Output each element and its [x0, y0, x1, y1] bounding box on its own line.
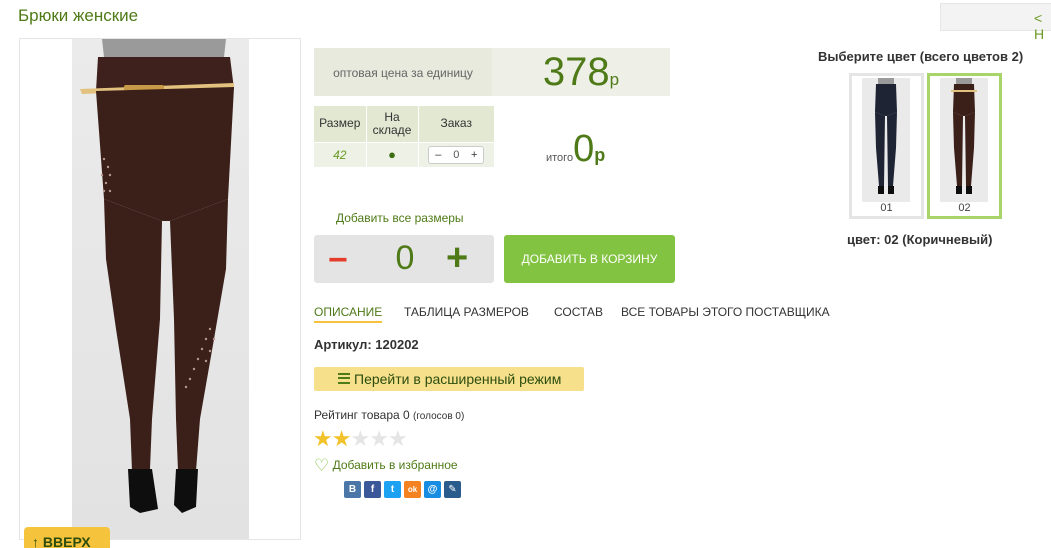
rating-label: Рейтинг товара 0: [314, 408, 410, 422]
star-icon[interactable]: ★: [388, 426, 408, 451]
tab-composition[interactable]: СОСТАВ: [554, 305, 603, 319]
rating-votes: (голосов 0): [413, 411, 465, 422]
swatch-image: [940, 78, 988, 202]
price-currency: р: [609, 70, 620, 89]
table-row: 42 ● – 0 +: [314, 141, 494, 167]
price-number: 378: [542, 50, 610, 94]
quantity-stepper: – 0 +: [428, 145, 485, 164]
tab-supplier-products[interactable]: ВСЕ ТОВАРЫ ЭТОГО ПОСТАВЩИКА: [621, 305, 830, 319]
vkontakte-icon[interactable]: В: [344, 481, 361, 498]
swatch-pants-illustration: [875, 78, 897, 194]
quantity-plus-button[interactable]: +: [446, 237, 468, 280]
size-table-header: Размер На складе Заказ: [314, 106, 494, 142]
star-icon[interactable]: ★: [332, 426, 352, 451]
odnoklassniki-icon[interactable]: ok: [404, 481, 421, 498]
swatch-code: 02: [958, 202, 971, 214]
stepper-plus-button[interactable]: +: [465, 149, 483, 161]
extended-mode-label: Перейти в расширенный режим: [354, 371, 562, 387]
back-button[interactable]: < Н: [940, 3, 1051, 42]
extended-mode-button[interactable]: Перейти в расширенный режим: [314, 367, 584, 391]
page-title: Брюки женские: [18, 6, 139, 25]
stock-dot-icon: ●: [388, 147, 396, 163]
rating-text: Рейтинг товара 0 (голосов 0): [314, 408, 464, 422]
color-swatch-02[interactable]: 02: [927, 73, 1002, 219]
heart-icon: ♡: [314, 456, 330, 475]
tab-size-table[interactable]: ТАБЛИЦА РАЗМЕРОВ: [404, 305, 529, 319]
total-currency: р: [594, 145, 606, 165]
swatch-pants-illustration: [951, 78, 977, 194]
star-icon[interactable]: ★: [313, 426, 333, 451]
stock-indicator: ●: [365, 141, 419, 167]
quantity-value[interactable]: 0: [394, 239, 416, 278]
selected-color-label: цвет: 02 (Коричневый): [847, 232, 993, 247]
add-all-sizes-link[interactable]: Добавить все размеры: [336, 211, 464, 225]
favorites-label: Добавить в избранное: [332, 458, 458, 472]
list-icon: [338, 373, 350, 384]
color-picker-title: Выберите цвет (всего цветов 2): [818, 49, 1024, 64]
scroll-top-button[interactable]: ↑ ВВЕРХ: [24, 527, 110, 548]
size-value: 42: [314, 141, 366, 167]
twitter-icon[interactable]: t: [384, 481, 401, 498]
swatch-code: 01: [880, 202, 893, 214]
price-label: оптовая цена за единицу: [314, 48, 492, 96]
size-table: Размер На складе Заказ 42 ● – 0 +: [314, 106, 494, 167]
add-to-cart-button[interactable]: ДОБАВИТЬ В КОРЗИНУ: [504, 235, 675, 283]
stepper-value[interactable]: 0: [447, 149, 465, 161]
color-swatch-01[interactable]: 01: [849, 73, 924, 219]
header-size: Размер: [314, 106, 366, 142]
star-icon[interactable]: ★: [369, 426, 389, 451]
stepper-minus-button[interactable]: –: [429, 149, 447, 161]
tab-description[interactable]: ОПИСАНИЕ: [314, 305, 383, 323]
star-icon[interactable]: ★: [350, 426, 370, 451]
add-to-favorites-link[interactable]: ♡ Добавить в избранное: [314, 456, 458, 476]
mailru-icon[interactable]: @: [424, 481, 441, 498]
header-order: Заказ: [418, 106, 494, 142]
facebook-icon[interactable]: f: [364, 481, 381, 498]
swatch-image: [862, 78, 910, 202]
cart-quantity-stepper: − 0 +: [314, 235, 494, 283]
rating-stars: ★★★★★: [313, 426, 408, 452]
price-value: 378р: [492, 48, 670, 96]
quantity-minus-button[interactable]: −: [328, 241, 348, 280]
product-photo[interactable]: [19, 38, 301, 540]
social-share: В f t ok @ ✎: [344, 481, 461, 498]
order-cell: – 0 +: [418, 141, 494, 167]
order-total: итого0р: [546, 128, 605, 171]
header-stock: На складе: [365, 106, 419, 142]
total-value: 0: [573, 128, 595, 170]
pants-illustration: [80, 39, 234, 513]
total-label: итого: [546, 152, 574, 164]
product-sku: Артикул: 120202: [314, 337, 419, 352]
livejournal-icon[interactable]: ✎: [444, 481, 461, 498]
